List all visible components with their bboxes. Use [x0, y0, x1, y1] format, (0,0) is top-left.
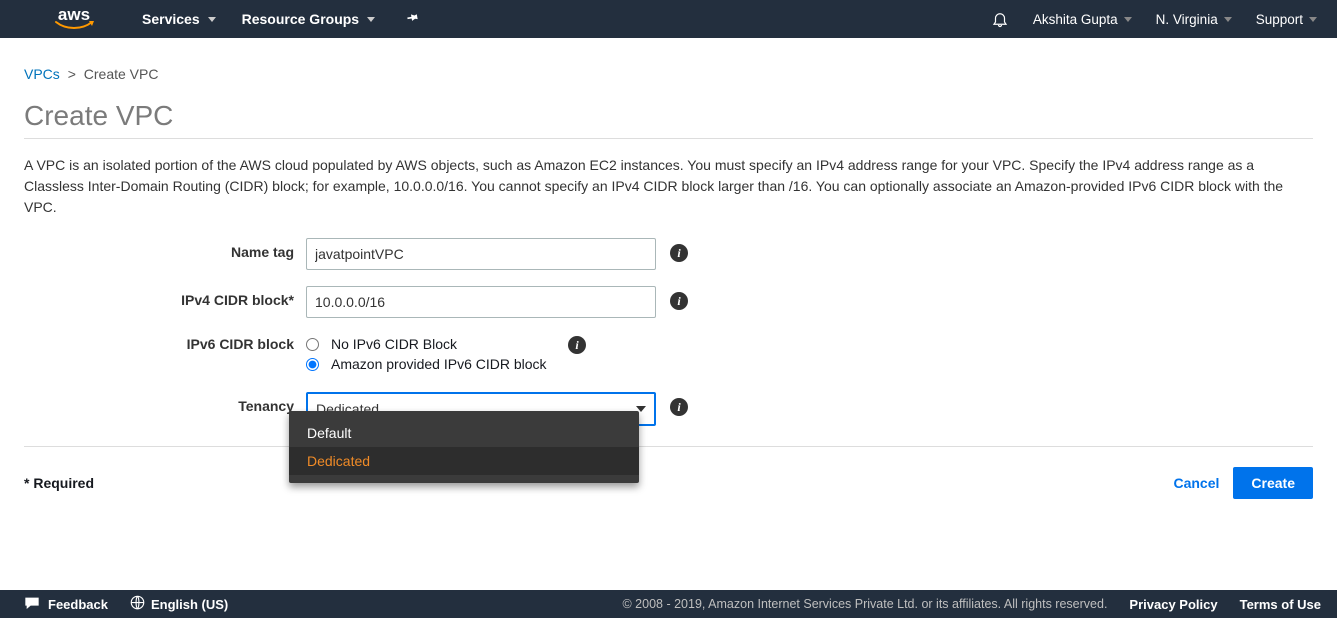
info-icon[interactable]: i: [670, 244, 688, 262]
chat-bubble-icon: [24, 596, 40, 613]
row-ipv4: IPv4 CIDR block* i: [24, 286, 1313, 318]
chevron-down-icon: [208, 17, 216, 22]
tenancy-option-default[interactable]: Default: [289, 419, 639, 447]
nav-support-menu[interactable]: Support: [1256, 12, 1317, 27]
required-note: * Required: [24, 475, 94, 491]
info-icon[interactable]: i: [568, 336, 586, 354]
page-title: Create VPC: [24, 100, 1313, 139]
nav-services-label: Services: [142, 11, 200, 27]
input-ipv4-cidr[interactable]: [306, 286, 656, 318]
copyright-text: © 2008 - 2019, Amazon Internet Services …: [623, 597, 1108, 611]
terms-link[interactable]: Terms of Use: [1240, 597, 1321, 612]
nav-resource-groups-label: Resource Groups: [242, 11, 359, 27]
chevron-down-icon: [367, 17, 375, 22]
tenancy-dropdown-menu: Default Dedicated: [289, 411, 639, 483]
radio-group-ipv6: No IPv6 CIDR Block Amazon provided IPv6 …: [306, 334, 554, 376]
chevron-down-icon: [1224, 17, 1232, 22]
input-name-tag[interactable]: [306, 238, 656, 270]
chevron-down-icon: [1124, 17, 1132, 22]
radio-ipv6-amazon[interactable]: Amazon provided IPv6 CIDR block: [306, 356, 554, 372]
nav-region-name: N. Virginia: [1156, 12, 1218, 27]
aws-logo[interactable]: aws: [54, 8, 94, 30]
breadcrumb-root-link[interactable]: VPCs: [24, 66, 60, 82]
nav-account-name: Akshita Gupta: [1033, 12, 1118, 27]
pin-icon[interactable]: [401, 8, 423, 31]
section-divider: [24, 446, 1313, 447]
breadcrumb-current: Create VPC: [84, 66, 159, 82]
nav-resource-groups[interactable]: Resource Groups: [242, 11, 375, 27]
row-tenancy: Tenancy Dedicated i: [24, 392, 1313, 426]
cancel-button[interactable]: Cancel: [1173, 475, 1219, 491]
label-name-tag: Name tag: [24, 238, 306, 260]
nav-services[interactable]: Services: [142, 11, 216, 27]
breadcrumb: VPCs > Create VPC: [24, 66, 1313, 82]
feedback-link[interactable]: Feedback: [24, 596, 108, 613]
bottom-bar: Feedback English (US) © 2008 - 2019, Ama…: [0, 590, 1337, 618]
globe-icon: [130, 595, 145, 613]
radio-ipv6-none[interactable]: No IPv6 CIDR Block: [306, 336, 554, 352]
action-buttons: Cancel Create: [1173, 467, 1313, 499]
page-description: A VPC is an isolated portion of the AWS …: [24, 155, 1313, 218]
label-ipv4: IPv4 CIDR block*: [24, 286, 306, 308]
feedback-label: Feedback: [48, 597, 108, 612]
radio-ipv6-amazon-input[interactable]: [306, 358, 319, 371]
radio-ipv6-none-input[interactable]: [306, 338, 319, 351]
create-button[interactable]: Create: [1233, 467, 1313, 499]
nav-support-label: Support: [1256, 12, 1303, 27]
label-ipv6: IPv6 CIDR block: [24, 334, 306, 352]
info-icon[interactable]: i: [670, 398, 688, 416]
page-content: VPCs > Create VPC Create VPC A VPC is an…: [0, 38, 1337, 499]
language-label: English (US): [151, 597, 228, 612]
global-nav: aws Services Resource Groups Akshita Gup…: [0, 0, 1337, 38]
tenancy-option-dedicated[interactable]: Dedicated: [289, 447, 639, 475]
chevron-down-icon: [1309, 17, 1317, 22]
row-ipv6: IPv6 CIDR block No IPv6 CIDR Block Amazo…: [24, 334, 1313, 376]
radio-ipv6-amazon-label: Amazon provided IPv6 CIDR block: [331, 356, 547, 372]
breadcrumb-separator: >: [68, 66, 76, 82]
language-selector[interactable]: English (US): [130, 595, 228, 613]
label-tenancy: Tenancy: [24, 392, 306, 414]
radio-ipv6-none-label: No IPv6 CIDR Block: [331, 336, 457, 352]
aws-smile-icon: [54, 20, 94, 30]
nav-region-menu[interactable]: N. Virginia: [1156, 12, 1232, 27]
notifications-icon[interactable]: [991, 10, 1009, 28]
row-name-tag: Name tag i: [24, 238, 1313, 270]
privacy-link[interactable]: Privacy Policy: [1129, 597, 1217, 612]
info-icon[interactable]: i: [670, 292, 688, 310]
nav-account-menu[interactable]: Akshita Gupta: [1033, 12, 1132, 27]
form-footer: * Required Cancel Create: [24, 455, 1313, 499]
